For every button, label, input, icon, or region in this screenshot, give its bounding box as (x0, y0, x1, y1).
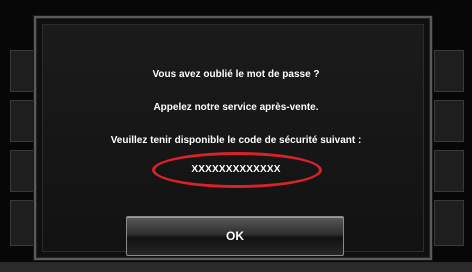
highlight-ellipse (152, 152, 322, 188)
code-prompt-text: Veuillez tenir disponible le code de séc… (110, 135, 362, 146)
question-text: Vous avez oublié le mot de passe ? (152, 69, 320, 80)
instruction-text: Appelez notre service après-vente. (153, 102, 319, 113)
ok-button[interactable]: OK (126, 216, 344, 256)
background-bottom-strip (0, 262, 472, 272)
background-panel-right (434, 200, 464, 246)
